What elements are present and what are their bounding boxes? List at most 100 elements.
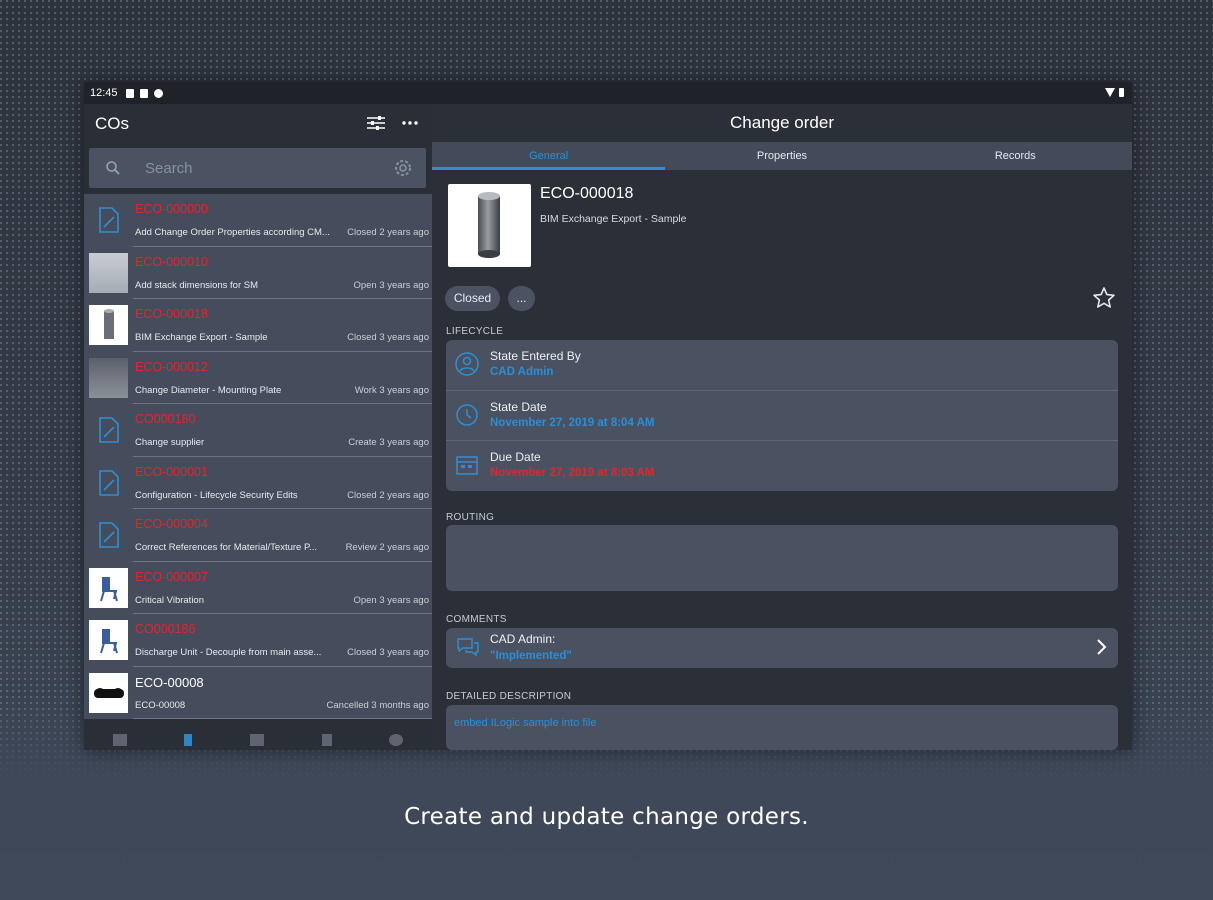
state-chip[interactable]: Closed bbox=[445, 286, 500, 311]
item-thumbnail bbox=[89, 672, 128, 713]
item-thumbnail bbox=[89, 357, 128, 398]
sim-icon bbox=[139, 88, 148, 98]
lifecycle-row: State Entered By CAD Admin bbox=[446, 340, 1118, 390]
filter-icon[interactable] bbox=[366, 114, 386, 132]
nav-change-orders-icon[interactable] bbox=[184, 734, 193, 746]
list-item[interactable]: ECO-00008 ECO-00008 Cancelled 3 months ago bbox=[84, 666, 432, 719]
comment-card[interactable]: CAD Admin: "Implemented" bbox=[446, 628, 1118, 668]
item-number: CO000180 bbox=[135, 412, 196, 426]
lifecycle-label: LIFECYCLE bbox=[446, 326, 504, 337]
item-thumbnail bbox=[89, 620, 128, 660]
item-description: Correct References for Material/Texture … bbox=[135, 542, 317, 553]
item-preview-image bbox=[448, 184, 531, 267]
sync-icon bbox=[153, 88, 163, 98]
item-status: Work 3 years ago bbox=[354, 384, 429, 396]
description-card: embed ILogic sample into file bbox=[446, 705, 1118, 750]
calendar-icon bbox=[456, 456, 478, 475]
lifecycle-field-value: November 27, 2019 at 8:03 AM bbox=[490, 467, 655, 479]
lifecycle-field-label: Due Date bbox=[490, 450, 541, 464]
routing-label: ROUTING bbox=[446, 512, 495, 523]
item-description: Change supplier bbox=[135, 437, 205, 448]
list-item[interactable]: ECO-000001 Configuration - Lifecycle Secu… bbox=[84, 456, 432, 509]
wifi-icon bbox=[1105, 88, 1115, 97]
lifecycle-row: Due Date November 27, 2019 at 8:03 AM bbox=[446, 440, 1118, 490]
item-number: ECO-000010 bbox=[135, 254, 208, 269]
user-icon bbox=[455, 352, 479, 376]
search-input[interactable] bbox=[145, 157, 385, 179]
nav-files-icon[interactable] bbox=[321, 734, 332, 746]
change-order-list-pane: COs ECO-000000Add Change Order Pr bbox=[84, 104, 432, 750]
item-description: ECO-00008 bbox=[135, 699, 186, 711]
change-order-number: ECO-000018 bbox=[540, 185, 634, 202]
change-order-detail-pane: Change order General Properties Records … bbox=[432, 104, 1132, 750]
item-number: ECO-000012 bbox=[135, 359, 208, 374]
lifecycle-field-label: State Entered By bbox=[490, 349, 581, 363]
battery-icon bbox=[1119, 88, 1124, 97]
status-bar: 12:45 bbox=[84, 82, 1132, 104]
item-thumbnail bbox=[89, 410, 128, 450]
item-status: Open 3 years ago bbox=[353, 594, 429, 606]
cylinder-thumbnail bbox=[478, 192, 500, 258]
list-item[interactable]: ECO-000012 Change Diameter - Mounting Pla… bbox=[84, 351, 432, 404]
favorite-star-icon[interactable] bbox=[1092, 286, 1116, 310]
item-status: Create 3 years ago bbox=[348, 437, 429, 448]
list-item[interactable]: ECO-000000 Add Change Order Properties ac… bbox=[84, 194, 432, 247]
chevron-right-icon[interactable] bbox=[1096, 638, 1108, 656]
list-item[interactable]: ECO-000007 Critical Vibration Open 3 years… bbox=[84, 561, 432, 614]
item-status: Closed 3 years ago bbox=[347, 647, 429, 658]
list-header: COs bbox=[84, 104, 432, 144]
item-thumbnail bbox=[89, 305, 128, 345]
item-status: Closed 2 years ago bbox=[347, 227, 429, 238]
tab-properties[interactable]: Properties bbox=[665, 142, 898, 170]
comments-label: COMMENTS bbox=[446, 614, 507, 625]
description-label: DETAILED DESCRIPTION bbox=[446, 691, 572, 702]
search-bar bbox=[89, 148, 426, 188]
tab-general[interactable]: General bbox=[432, 142, 666, 170]
comment-author: CAD Admin: bbox=[490, 632, 556, 646]
item-thumbnail bbox=[89, 515, 128, 555]
lifecycle-row: State Date November 27, 2019 at 8:04 AM bbox=[446, 390, 1118, 440]
tablet-screen: 12:45 COs Search ECO-000000 Add Change O… bbox=[84, 82, 1132, 750]
lifecycle-field-value: November 27, 2019 at 8:04 AM bbox=[490, 417, 655, 429]
detail-tabs: General Properties Records bbox=[432, 142, 1132, 170]
nav-settings-icon[interactable] bbox=[389, 734, 404, 746]
item-status: Closed 3 years ago bbox=[347, 332, 429, 343]
search-icon bbox=[106, 161, 120, 175]
search-settings-icon[interactable] bbox=[393, 158, 413, 178]
item-description: BIM Exchange Export - Sample bbox=[135, 332, 268, 343]
item-number: ECO-000000 bbox=[135, 202, 208, 216]
item-number: ECO-000018 bbox=[135, 307, 208, 321]
list-item[interactable]: ECO-000004 Correct References for Materia… bbox=[84, 509, 432, 562]
more-options-icon[interactable] bbox=[400, 114, 420, 132]
divider bbox=[133, 718, 432, 719]
bottom-navigation bbox=[84, 734, 432, 750]
clock-icon bbox=[456, 404, 478, 426]
lifecycle-field-label: State Date bbox=[490, 400, 547, 414]
item-status: Review 2 years ago bbox=[345, 542, 429, 553]
item-number: ECO-000007 bbox=[135, 569, 208, 584]
list-item[interactable]: ECO-000010 Add stack dimensions for SM Ope… bbox=[84, 246, 432, 299]
more-actions-button[interactable]: ... bbox=[508, 286, 535, 311]
list-title: COs bbox=[95, 114, 129, 133]
nav-folders-icon[interactable] bbox=[249, 734, 264, 746]
status-time: 12:45 bbox=[90, 87, 118, 99]
list-item[interactable]: CO000186 Discharge Unit - Decouple from m… bbox=[84, 614, 432, 667]
list-item[interactable]: CO000180 Change supplier Create 3 years ag… bbox=[84, 404, 432, 457]
item-thumbnail bbox=[89, 463, 128, 503]
item-status: Open 3 years ago bbox=[353, 279, 429, 291]
lifecycle-card: State Entered By CAD Admin State Date No… bbox=[446, 340, 1118, 491]
comment-text: "Implemented" bbox=[490, 650, 572, 662]
item-number: CO000186 bbox=[135, 622, 196, 636]
list-item[interactable]: ECO-000018 BIM Exchange Export - Sample Cl… bbox=[84, 299, 432, 352]
lifecycle-field-value: CAD Admin bbox=[490, 366, 554, 378]
item-description: Add stack dimensions for SM bbox=[135, 279, 259, 291]
item-description: Discharge Unit - Decouple from main asse… bbox=[135, 647, 322, 658]
description-text: embed ILogic sample into file bbox=[454, 717, 597, 729]
item-thumbnail bbox=[89, 252, 128, 293]
notification-icon bbox=[125, 88, 134, 98]
change-order-name: BIM Exchange Export - Sample bbox=[540, 213, 687, 225]
item-thumbnail bbox=[89, 200, 128, 240]
item-description: Change Diameter - Mounting Plate bbox=[135, 384, 282, 396]
tab-records[interactable]: Records bbox=[899, 142, 1132, 170]
nav-dashboard-icon[interactable] bbox=[112, 734, 127, 746]
